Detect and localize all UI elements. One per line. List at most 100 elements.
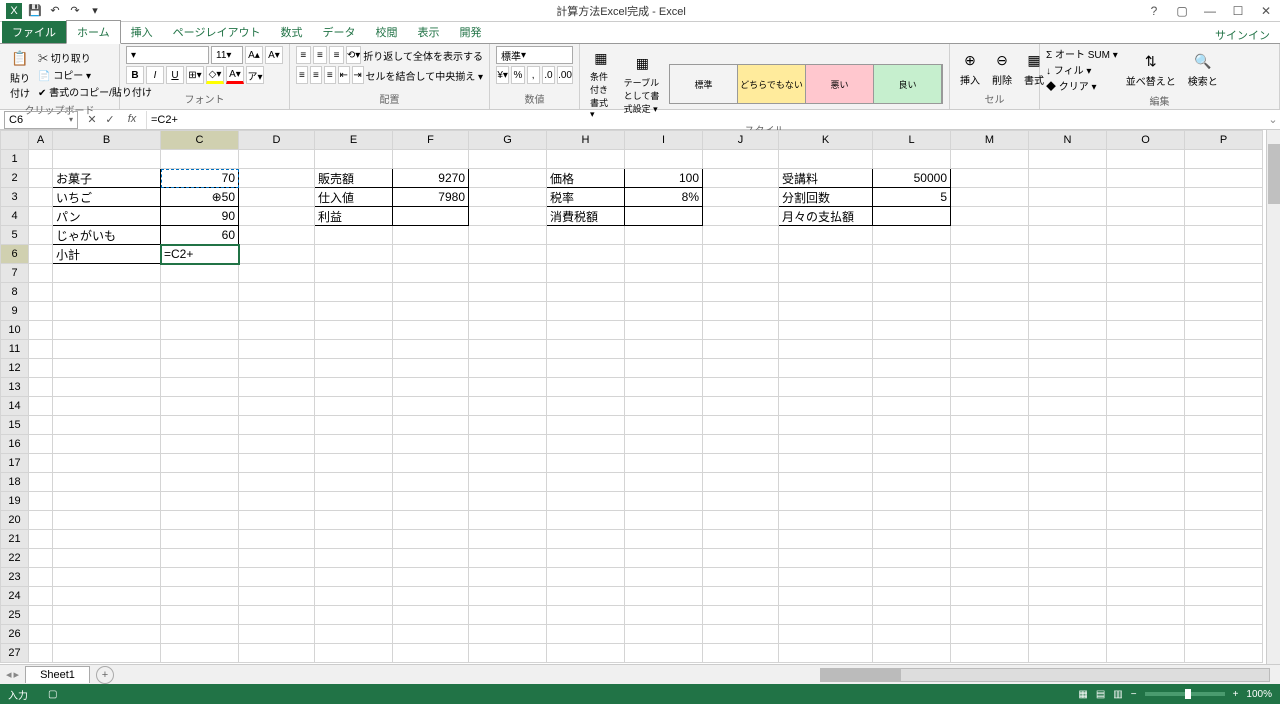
cell-C21[interactable] [161,530,239,549]
cell-J8[interactable] [703,283,779,302]
cell-O7[interactable] [1107,264,1185,283]
cell-G14[interactable] [469,397,547,416]
cell-L24[interactable] [873,587,951,606]
cell-P27[interactable] [1185,644,1263,663]
column-header-J[interactable]: J [703,131,779,150]
sort-filter-button[interactable]: ⇅並べ替えと [1122,49,1180,90]
macro-record-icon[interactable]: ▢ [48,689,57,700]
border-button[interactable]: ⊞▾ [186,66,204,84]
cell-F20[interactable] [393,511,469,530]
cell-C10[interactable] [161,321,239,340]
cell-E19[interactable] [315,492,393,511]
column-header-D[interactable]: D [239,131,315,150]
cell-C1[interactable] [161,150,239,169]
cell-J14[interactable] [703,397,779,416]
cell-P1[interactable] [1185,150,1263,169]
cell-L27[interactable] [873,644,951,663]
cell-M26[interactable] [951,625,1029,644]
sheet-nav-last-icon[interactable]: ▸ [14,668,20,681]
cell-N17[interactable] [1029,454,1107,473]
cell-M3[interactable] [951,188,1029,207]
cell-E21[interactable] [315,530,393,549]
cell-G4[interactable] [469,207,547,226]
row-header-19[interactable]: 19 [1,492,29,511]
cell-I27[interactable] [625,644,703,663]
cell-E6[interactable] [315,245,393,264]
cell-A15[interactable] [29,416,53,435]
column-header-K[interactable]: K [779,131,873,150]
cell-C9[interactable] [161,302,239,321]
cell-A12[interactable] [29,359,53,378]
cell-N15[interactable] [1029,416,1107,435]
cell-L17[interactable] [873,454,951,473]
cell-P18[interactable] [1185,473,1263,492]
cell-H27[interactable] [547,644,625,663]
cell-B19[interactable] [53,492,161,511]
cell-E27[interactable] [315,644,393,663]
cell-G21[interactable] [469,530,547,549]
cell-G25[interactable] [469,606,547,625]
cell-L25[interactable] [873,606,951,625]
style-good[interactable]: 良い [874,65,942,103]
tab-review[interactable]: 校閲 [365,21,407,43]
cell-L15[interactable] [873,416,951,435]
cell-G24[interactable] [469,587,547,606]
cell-J7[interactable] [703,264,779,283]
cell-C17[interactable] [161,454,239,473]
cell-E18[interactable] [315,473,393,492]
undo-icon[interactable]: ↶ [48,4,62,18]
cell-P16[interactable] [1185,435,1263,454]
cell-K11[interactable] [779,340,873,359]
cell-D15[interactable] [239,416,315,435]
cell-J23[interactable] [703,568,779,587]
cell-N27[interactable] [1029,644,1107,663]
font-color-button[interactable]: A▾ [226,66,244,84]
cell-O12[interactable] [1107,359,1185,378]
align-left-icon[interactable]: ≡ [296,66,308,84]
cell-E14[interactable] [315,397,393,416]
cell-D13[interactable] [239,378,315,397]
cell-I8[interactable] [625,283,703,302]
cell-D21[interactable] [239,530,315,549]
cell-I11[interactable] [625,340,703,359]
cell-G19[interactable] [469,492,547,511]
cell-P25[interactable] [1185,606,1263,625]
decrease-decimal-icon[interactable]: .00 [557,66,573,84]
cell-F19[interactable] [393,492,469,511]
cell-D26[interactable] [239,625,315,644]
cell-E5[interactable] [315,226,393,245]
cell-K25[interactable] [779,606,873,625]
cell-A21[interactable] [29,530,53,549]
cell-I16[interactable] [625,435,703,454]
column-header-E[interactable]: E [315,131,393,150]
cell-O24[interactable] [1107,587,1185,606]
cell-K27[interactable] [779,644,873,663]
cell-M18[interactable] [951,473,1029,492]
row-header-7[interactable]: 7 [1,264,29,283]
redo-icon[interactable]: ↷ [68,4,82,18]
cell-H24[interactable] [547,587,625,606]
cell-N23[interactable] [1029,568,1107,587]
cell-L20[interactable] [873,511,951,530]
row-header-27[interactable]: 27 [1,644,29,663]
cell-F27[interactable] [393,644,469,663]
cell-O22[interactable] [1107,549,1185,568]
cell-I9[interactable] [625,302,703,321]
cell-K19[interactable] [779,492,873,511]
column-header-A[interactable]: A [29,131,53,150]
cell-K9[interactable] [779,302,873,321]
cell-I5[interactable] [625,226,703,245]
cell-K14[interactable] [779,397,873,416]
row-header-5[interactable]: 5 [1,226,29,245]
cell-C3[interactable]: ⊕50 [161,188,239,207]
cell-G2[interactable] [469,169,547,188]
cell-L19[interactable] [873,492,951,511]
cell-E8[interactable] [315,283,393,302]
cell-A20[interactable] [29,511,53,530]
cell-P10[interactable] [1185,321,1263,340]
cell-N11[interactable] [1029,340,1107,359]
cell-K26[interactable] [779,625,873,644]
view-pagelayout-icon[interactable]: ▤ [1096,689,1105,700]
column-header-I[interactable]: I [625,131,703,150]
find-select-button[interactable]: 🔍検索と [1184,49,1222,90]
